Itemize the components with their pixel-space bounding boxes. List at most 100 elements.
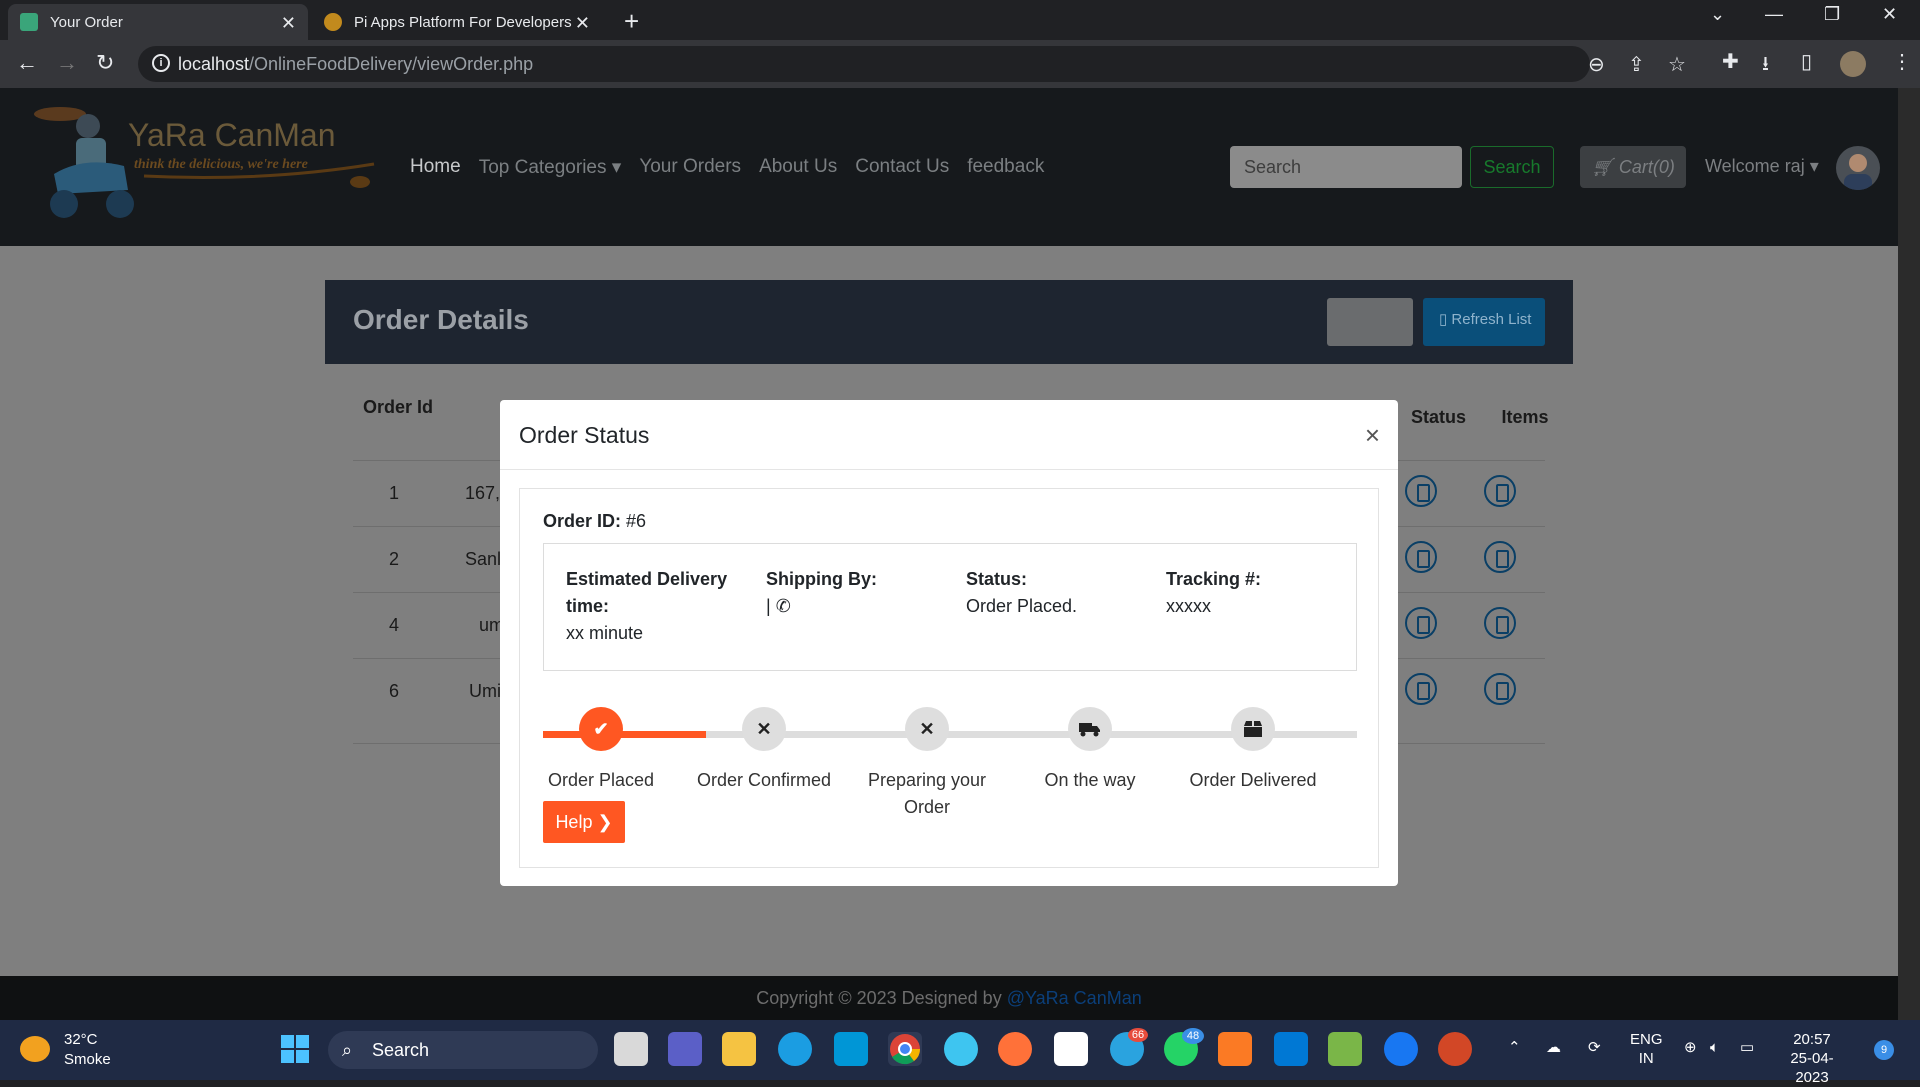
main-nav: Home Top Categories ▾ Your Orders About …	[410, 156, 1062, 179]
taskbar-search[interactable]: ⌕ Search	[328, 1031, 598, 1069]
status-view-icon[interactable]	[1405, 541, 1437, 573]
battery-icon[interactable]: ▭	[1740, 1038, 1754, 1057]
nav-top-categories[interactable]: Top Categories ▾	[479, 156, 622, 179]
header-button[interactable]	[1327, 298, 1413, 346]
items-view-icon[interactable]	[1484, 607, 1516, 639]
refresh-list-button[interactable]: ▯ Refresh List	[1423, 298, 1545, 346]
cart-button[interactable]: 🛒︎ Cart(0)	[1580, 146, 1686, 188]
close-window-icon[interactable]: ✕	[1882, 4, 1897, 25]
footer-link[interactable]: @YaRa CanMan	[1007, 988, 1142, 1008]
refresh-icon: ▯	[1439, 311, 1452, 328]
store-icon[interactable]	[1054, 1032, 1088, 1066]
address-cell: Sanl	[465, 549, 502, 569]
teams-icon[interactable]	[668, 1032, 702, 1066]
myhp-icon[interactable]	[834, 1032, 868, 1066]
notepad-icon[interactable]	[1328, 1032, 1362, 1066]
close-tab-icon[interactable]: ✕	[281, 13, 296, 34]
minimize-icon[interactable]: —	[1765, 4, 1783, 25]
page-scrollbar[interactable]	[1898, 88, 1920, 1020]
status-col: Status: Order Placed.	[966, 566, 1146, 620]
windows-start-icon[interactable]	[278, 1032, 312, 1066]
maximize-icon[interactable]: ❐	[1824, 4, 1840, 25]
brand-name: YaRa CanMan	[128, 117, 336, 153]
tab-pi-apps[interactable]: Pi Apps Platform For Developers ✕	[312, 4, 602, 40]
weather-temp: 32°C	[64, 1031, 98, 1048]
site-navbar: YaRa CanMan think the delicious, we're h…	[0, 88, 1898, 246]
tracking-label: Tracking #:	[1166, 569, 1262, 589]
nav-your-orders[interactable]: Your Orders	[639, 156, 741, 179]
menu-icon[interactable]: ⋮	[1892, 49, 1912, 74]
items-view-icon[interactable]	[1484, 475, 1516, 507]
sync-icon[interactable]: ⟳	[1588, 1038, 1601, 1057]
check-icon: ✔	[579, 707, 623, 751]
order-info-box: Estimated Delivery time: xx minute Shipp…	[543, 543, 1357, 671]
share-icon[interactable]: ⇪	[1628, 52, 1645, 77]
shipping-value: |	[766, 596, 771, 616]
step-label: Preparing your Order	[867, 770, 987, 817]
extensions-icon[interactable]: ✚	[1722, 49, 1739, 74]
weather-desc: Smoke	[64, 1051, 111, 1068]
task-view-icon[interactable]	[614, 1032, 648, 1066]
order-id-cell: 4	[389, 615, 400, 635]
user-avatar[interactable]	[1836, 146, 1880, 190]
file-explorer-icon[interactable]	[722, 1032, 756, 1066]
help-button[interactable]: Help ❯	[543, 801, 625, 843]
brand-tagline: think the delicious, we're here	[134, 157, 308, 172]
user-dropdown[interactable]: Welcome raj ▾	[1705, 156, 1819, 177]
status-view-icon[interactable]	[1405, 607, 1437, 639]
address-bar[interactable]: i localhost/OnlineFoodDelivery/viewOrder…	[138, 46, 1686, 82]
powerpoint-icon[interactable]	[1438, 1032, 1472, 1066]
nav-contact-us[interactable]: Contact Us	[855, 156, 949, 179]
tab-search-icon[interactable]: ⌄	[1710, 4, 1725, 25]
step-on-the-way: On the way	[1020, 707, 1160, 794]
tab-your-order[interactable]: Your Order ✕	[8, 4, 308, 40]
profile-avatar[interactable]	[1840, 51, 1866, 77]
status-view-icon[interactable]	[1405, 475, 1437, 507]
pi-app-icon[interactable]	[944, 1032, 978, 1066]
modal-close-icon[interactable]: ×	[1365, 420, 1380, 451]
new-tab-icon[interactable]: +	[624, 6, 639, 37]
box-icon	[1231, 707, 1275, 751]
network-icon[interactable]: ⊕	[1684, 1038, 1697, 1057]
tray-chevron-icon[interactable]: ⌃	[1508, 1038, 1521, 1057]
order-status-card: Order ID: #6 Estimated Delivery time: xx…	[519, 488, 1379, 868]
clock-date: 25-04-2023	[1790, 1050, 1834, 1086]
step-label: Order Delivered	[1189, 770, 1317, 790]
lang-code: ENG	[1630, 1031, 1663, 1048]
side-panel-icon[interactable]: ▯	[1801, 49, 1812, 74]
language-indicator[interactable]: ENG IN	[1630, 1030, 1663, 1068]
forward-icon[interactable]: →	[56, 50, 78, 76]
status-view-icon[interactable]	[1405, 673, 1437, 705]
volume-icon[interactable]: 🔈︎	[1710, 1038, 1719, 1057]
nav-about-us[interactable]: About Us	[759, 156, 837, 179]
edge-icon[interactable]	[778, 1032, 812, 1066]
zoom-icon[interactable]: ⊖	[1588, 52, 1605, 77]
site-logo[interactable]: YaRa CanMan think the delicious, we're h…	[24, 104, 384, 234]
site-footer: Copyright © 2023 Designed by @YaRa CanMa…	[0, 976, 1898, 1020]
firefox-icon[interactable]	[998, 1032, 1032, 1066]
site-info-icon[interactable]: i	[152, 54, 170, 72]
close-tab-icon[interactable]: ✕	[575, 13, 590, 34]
footer-text: Copyright © 2023 Designed by	[756, 988, 1002, 1008]
download-icon[interactable]: ⭳	[1762, 49, 1769, 83]
site-search-button[interactable]: Search	[1470, 146, 1554, 188]
xampp-icon[interactable]	[1218, 1032, 1252, 1066]
bookmark-star-icon[interactable]: ☆	[1668, 52, 1686, 77]
vscode-icon[interactable]	[1274, 1032, 1308, 1066]
notification-badge[interactable]: 9	[1874, 1040, 1894, 1060]
site-search-input[interactable]: Search	[1230, 146, 1462, 188]
back-icon[interactable]: ←	[16, 50, 38, 76]
onedrive-icon[interactable]: ☁	[1546, 1038, 1561, 1057]
nav-feedback[interactable]: feedback	[967, 156, 1044, 179]
reload-icon[interactable]: ↻	[96, 50, 114, 76]
order-status-modal: Order Status × Order ID: #6 Estimated De…	[500, 400, 1398, 886]
clock[interactable]: 20:57 25-04-2023	[1780, 1030, 1844, 1087]
items-view-icon[interactable]	[1484, 541, 1516, 573]
nav-home[interactable]: Home	[410, 156, 461, 179]
items-view-icon[interactable]	[1484, 673, 1516, 705]
tracking-value: xxxxx	[1166, 596, 1211, 616]
order-id-cell: 2	[389, 549, 400, 569]
chrome-icon[interactable]	[888, 1032, 922, 1066]
user-photo-icon	[1844, 154, 1872, 190]
facebook-icon[interactable]	[1384, 1032, 1418, 1066]
